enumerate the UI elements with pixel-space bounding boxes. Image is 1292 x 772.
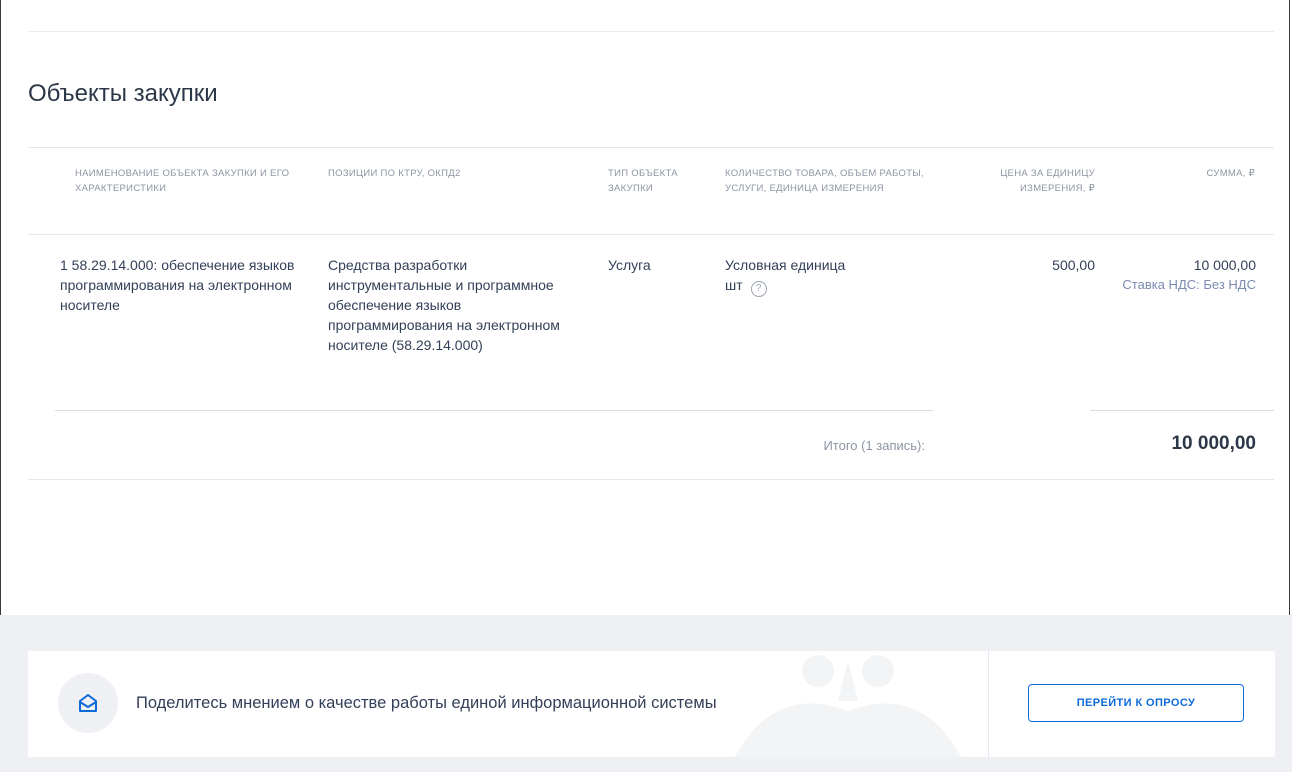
row-quantity-unit: Условная единица bbox=[725, 257, 846, 273]
column-header-sum: СУММА, ₽ bbox=[1206, 168, 1255, 179]
envelope-icon bbox=[79, 694, 97, 712]
envelope-badge bbox=[58, 673, 118, 733]
survey-card: Поделитесь мнением о качестве работы еди… bbox=[28, 651, 1275, 757]
row-sum-cell: 10 000,00 Ставка НДС: Без НДС bbox=[1060, 255, 1256, 295]
top-divider bbox=[28, 31, 1274, 32]
scroll-area-edge bbox=[1289, 0, 1290, 615]
row-quantity: Условная единица шт? bbox=[725, 255, 930, 297]
column-header-name: НАИМЕНОВАНИЕ ОБЪЕКТА ЗАКУПКИ И ЕГО ХАРАК… bbox=[75, 168, 290, 194]
table-header-divider bbox=[28, 234, 1274, 235]
emblem-watermark-icon bbox=[734, 655, 962, 757]
card-divider bbox=[988, 651, 989, 757]
row-positions: Средства разработки инструментальные и п… bbox=[328, 257, 560, 353]
row-object-name: 1 58.29.14.000: обеспечение языков прогр… bbox=[60, 257, 295, 313]
row-type: Услуга bbox=[608, 257, 651, 273]
question-circle-icon[interactable]: ? bbox=[750, 281, 767, 297]
column-header-type: ТИП ОБЪЕКТА ЗАКУПКИ bbox=[608, 168, 678, 194]
row-vat: Ставка НДС: Без НДС bbox=[1122, 277, 1256, 292]
go-to-survey-button[interactable]: ПЕРЕЙТИ К ОПРОСУ bbox=[1028, 684, 1244, 722]
row-quantity-abbr: шт bbox=[725, 277, 743, 293]
row-divider-right bbox=[1090, 410, 1274, 411]
column-header-positions: ПОЗИЦИИ ПО КТРУ, ОКПД2 bbox=[328, 168, 461, 179]
total-label: Итого (1 запись): bbox=[823, 438, 925, 453]
row-divider bbox=[55, 410, 933, 411]
column-header-unit-price: ЦЕНА ЗА ЕДИНИЦУ ИЗМЕРЕНИЯ, ₽ bbox=[1000, 168, 1095, 194]
row-quantity-abbr-line: шт? bbox=[725, 275, 930, 297]
total-divider bbox=[28, 479, 1274, 480]
header-divider bbox=[28, 147, 1274, 148]
section-title: Объекты закупки bbox=[28, 80, 218, 107]
column-header-quantity: КОЛИЧЕСТВО ТОВАРА, ОБЪЕМ РАБОТЫ, УСЛУГИ,… bbox=[725, 168, 925, 194]
survey-text: Поделитесь мнением о качестве работы еди… bbox=[136, 694, 717, 712]
row-sum: 10 000,00 bbox=[1193, 257, 1256, 273]
total-value: 10 000,00 bbox=[1171, 433, 1256, 454]
